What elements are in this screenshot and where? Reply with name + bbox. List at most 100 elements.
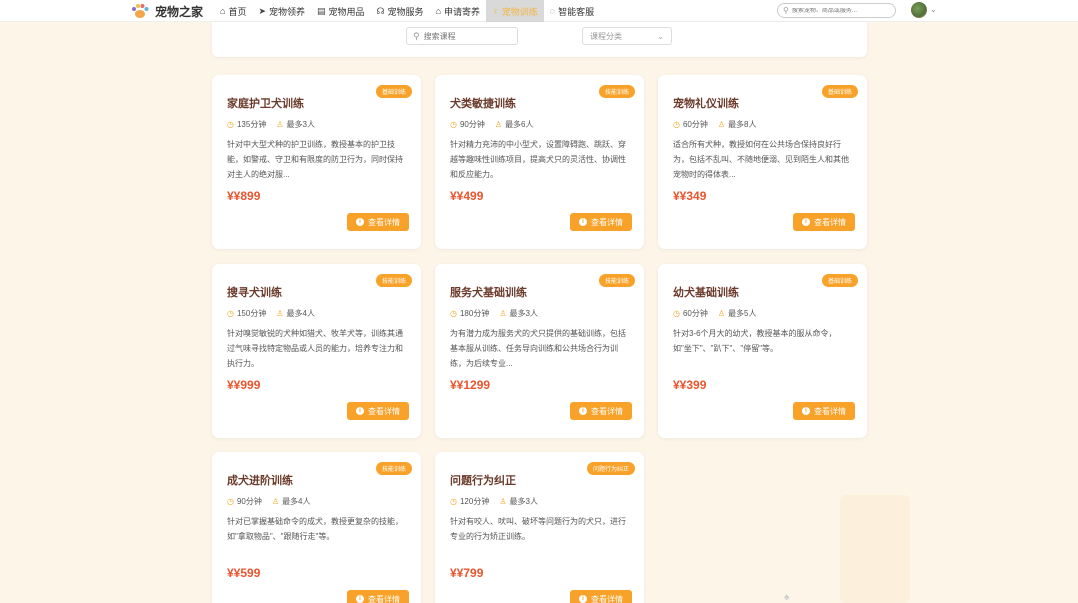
capacity: ♙ 最多4人	[272, 496, 311, 507]
clock-icon: ◷	[673, 120, 680, 129]
nav-label: 宠物训练	[501, 6, 538, 17]
view-details-button[interactable]: i 查看详情	[570, 213, 632, 231]
capacity-text: 最多3人	[509, 309, 538, 318]
course-search: ⚲	[406, 27, 518, 45]
duration-text: 90分钟	[459, 120, 485, 129]
capacity-text: 最多3人	[509, 497, 538, 506]
info-icon: i	[802, 407, 810, 415]
course-meta: ◷ 180分钟 ♙ 最多3人	[450, 308, 538, 319]
view-details-label: 查看详情	[814, 217, 846, 227]
nav-item-training[interactable]: ♀ 宠物训练	[486, 0, 544, 22]
course-meta: ◷ 60分钟 ♙ 最多5人	[673, 308, 757, 319]
course-title: 宠物礼仪训练	[673, 98, 739, 110]
nav-item-services[interactable]: ☊ 宠物服务	[371, 0, 430, 22]
view-details-label: 查看详情	[591, 594, 623, 603]
course-title: 搜寻犬训练	[227, 287, 282, 299]
user-icon: ♙	[499, 497, 507, 506]
course-title: 幼犬基础训练	[673, 287, 739, 299]
avatar[interactable]	[911, 2, 927, 18]
nav-item-adoption[interactable]: ➤ 宠物领养	[252, 0, 311, 22]
course-card: 基础训练幼犬基础训练 ◷ 60分钟 ♙ 最多5人针对3-6个月大的幼犬，教授基本的服从命…	[658, 264, 867, 438]
capacity: ♙ 最多6人	[495, 119, 534, 130]
view-details-button[interactable]: i 查看详情	[570, 590, 632, 603]
category-badge: 基础训练	[821, 274, 858, 287]
view-details-button[interactable]: i 查看详情	[347, 213, 409, 231]
course-description: 针对3-6个月大的幼犬，教授基本的服从命令，如"坐下"、"趴下"、"停留"等。	[673, 329, 837, 353]
paw-icon: ♠	[784, 592, 790, 603]
category-select[interactable]: 课程分类 ⌄	[582, 27, 672, 45]
global-search-input[interactable]	[791, 7, 892, 14]
capacity: ♙ 最多5人	[718, 308, 757, 319]
course-price: ¥¥349	[673, 189, 707, 203]
user-icon: ♙	[271, 497, 280, 506]
brand-logo[interactable]: 宠物之家	[130, 0, 203, 22]
category-badge: 基础训练	[821, 85, 858, 98]
user-icon: ♙	[276, 309, 284, 318]
course-search-input[interactable]	[423, 31, 514, 41]
capacity: ♙ 最多8人	[718, 119, 757, 130]
course-description: 针对精力充沛的中小型犬，设置障碍跑、跳跃、穿越等趣味性训练项目，提高犬只的灵活性…	[450, 140, 626, 179]
nav-item-support[interactable]: ◌ 智能客服	[544, 0, 600, 22]
view-details-label: 查看详情	[591, 406, 623, 416]
duration: ◷ 150分钟	[227, 308, 266, 319]
course-card: 技能训练 搜寻犬训练 ◷ 150分钟 ♙ 最多4人 针对嗅觉敏锐的犬种如猎犬、牧羊犬等，训练…	[212, 264, 421, 438]
capacity: ♙ 最多3人	[499, 496, 538, 507]
duration: ◷ 135分钟	[227, 119, 266, 130]
course-description: 针对嗅觉敏锐的犬种如猎犬、牧羊犬等，训练其通过气味寻找特定物品或人员的能力，培养…	[227, 329, 403, 368]
view-details-label: 查看详情	[591, 217, 623, 227]
info-icon: i	[356, 218, 364, 226]
clock-icon: ◷	[227, 309, 234, 318]
capacity-text: 最多5人	[728, 309, 757, 318]
course-title: 服务犬基础训练	[450, 287, 527, 299]
duration: ◷ 90分钟	[227, 496, 262, 507]
capacity: ♙ 最多4人	[276, 308, 315, 319]
category-badge: 技能训练	[598, 274, 635, 287]
course-meta: ◷ 90分钟 ♙ 最多6人	[450, 119, 534, 130]
global-search: ⚲	[777, 3, 896, 18]
capacity-text: 最多8人	[728, 120, 757, 129]
background-decoration	[840, 495, 910, 603]
course-meta: ◷ 90分钟 ♙ 最多4人	[227, 496, 311, 507]
nav-item-home[interactable]: ⌂ 首页	[214, 0, 252, 22]
nav-label: 宠物用品	[328, 6, 365, 17]
capacity-text: 最多4人	[282, 497, 311, 506]
clock-icon: ◷	[450, 497, 457, 506]
course-price: ¥¥499	[450, 189, 484, 203]
duration-text: 180分钟	[459, 309, 490, 318]
course-card: 基础训练宠物礼仪训练 ◷ 60分钟 ♙ 最多8人适合所有犬种，教授如何在公共场合保持良好…	[658, 75, 867, 249]
home-icon: ⌂	[220, 6, 226, 16]
category-badge: 技能训练	[598, 85, 635, 98]
duration: ◷ 60分钟	[673, 308, 708, 319]
filter-panel: ⚲ 课程分类 ⌄	[212, 22, 867, 57]
course-price: ¥¥1299	[450, 378, 491, 392]
course-description: 针对已掌握基础命令的成犬，教授更复杂的技能，如"拿取物品"、"跟随行走"等。	[227, 517, 403, 541]
view-details-button[interactable]: i 查看详情	[793, 402, 855, 420]
capacity-text: 最多3人	[286, 120, 315, 129]
course-description: 适合所有犬种，教授如何在公共场合保持良好行为，包括不乱叫、不随地便溺、见到陌生人…	[673, 140, 849, 179]
paw-logo-icon	[130, 2, 150, 20]
user-icon: ♙	[494, 120, 503, 129]
course-title: 问题行为纠正	[450, 475, 516, 487]
view-details-button[interactable]: i 查看详情	[347, 590, 409, 603]
shop-icon: ▤	[317, 5, 326, 16]
chevron-down-icon[interactable]: ⌄	[930, 5, 937, 14]
view-details-button[interactable]: i 查看详情	[793, 213, 855, 231]
headset-icon: ☊	[376, 5, 385, 16]
user-icon: ♙	[276, 120, 284, 129]
info-icon: i	[579, 595, 587, 603]
nav-item-boarding[interactable]: ⌂ 申请寄养	[430, 0, 486, 22]
view-details-button[interactable]: i 查看详情	[347, 402, 409, 420]
capacity-text: 最多6人	[505, 120, 534, 129]
duration-text: 60分钟	[682, 120, 708, 129]
course-card: 技能训练 犬类敏捷训练 ◷ 90分钟 ♙ 最多6人 针对精力充沛的中小型犬，设置障碍跑、跳跃…	[435, 75, 644, 249]
user-icon: ♙	[717, 309, 726, 318]
view-details-label: 查看详情	[814, 406, 846, 416]
course-price: ¥¥399	[673, 378, 707, 392]
lightbulb-icon: ♀	[492, 6, 499, 16]
category-badge: 基础训练	[375, 85, 412, 98]
course-description: 针对中大型犬种的护卫训练，教授基本的护卫技能，如警戒、守卫和有限度的防卫行为，同…	[227, 140, 403, 179]
clock-icon: ◷	[450, 120, 457, 129]
nav-item-supplies[interactable]: ▤ 宠物用品	[311, 0, 371, 22]
view-details-button[interactable]: i 查看详情	[570, 402, 632, 420]
course-meta: ◷ 150分钟 ♙ 最多4人	[227, 308, 315, 319]
